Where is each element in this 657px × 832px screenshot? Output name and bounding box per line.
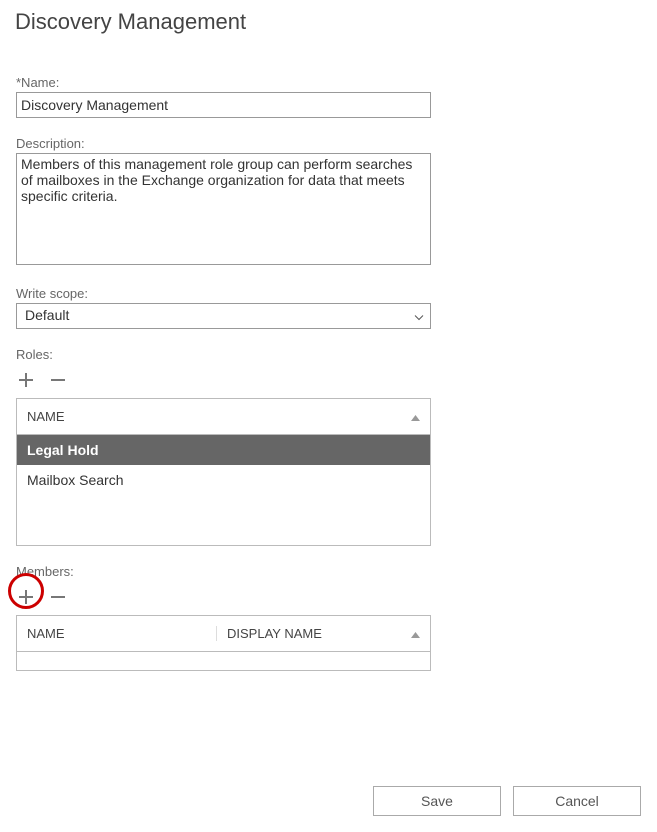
plus-icon xyxy=(17,371,35,389)
members-grid: NAME DISPLAY NAME xyxy=(16,615,431,671)
write-scope-value: Default xyxy=(17,304,430,326)
write-scope-select[interactable]: Default xyxy=(16,303,431,329)
members-grid-header[interactable]: NAME DISPLAY NAME xyxy=(17,616,430,652)
description-textarea[interactable] xyxy=(16,153,431,265)
roles-header-name: NAME xyxy=(27,409,65,424)
minus-icon xyxy=(49,588,67,606)
members-label: Members: xyxy=(16,564,431,579)
members-header-display: DISPLAY NAME xyxy=(227,626,322,641)
write-scope-label: Write scope: xyxy=(16,286,431,301)
page-title: Discovery Management xyxy=(15,9,641,35)
name-label: *Name: xyxy=(16,75,431,90)
roles-row[interactable]: Legal Hold xyxy=(17,435,430,465)
minus-icon xyxy=(49,371,67,389)
roles-toolbar xyxy=(16,364,431,398)
members-toolbar xyxy=(16,581,431,615)
members-grid-body xyxy=(17,652,430,670)
name-input[interactable] xyxy=(16,92,431,118)
plus-icon xyxy=(17,588,35,606)
roles-label: Roles: xyxy=(16,347,431,362)
dialog-footer: Save Cancel xyxy=(373,786,641,816)
add-member-button[interactable] xyxy=(16,587,36,607)
members-header-name: NAME xyxy=(27,626,65,641)
roles-grid: NAME Legal HoldMailbox Search xyxy=(16,398,431,546)
roles-row[interactable]: Mailbox Search xyxy=(17,465,430,495)
sort-asc-icon xyxy=(411,626,420,641)
save-button[interactable]: Save xyxy=(373,786,501,816)
remove-member-button[interactable] xyxy=(48,587,68,607)
add-role-button[interactable] xyxy=(16,370,36,390)
sort-asc-icon xyxy=(411,409,420,424)
remove-role-button[interactable] xyxy=(48,370,68,390)
roles-grid-header[interactable]: NAME xyxy=(17,399,430,435)
cancel-button[interactable]: Cancel xyxy=(513,786,641,816)
roles-grid-body: Legal HoldMailbox Search xyxy=(17,435,430,545)
description-label: Description: xyxy=(16,136,431,151)
